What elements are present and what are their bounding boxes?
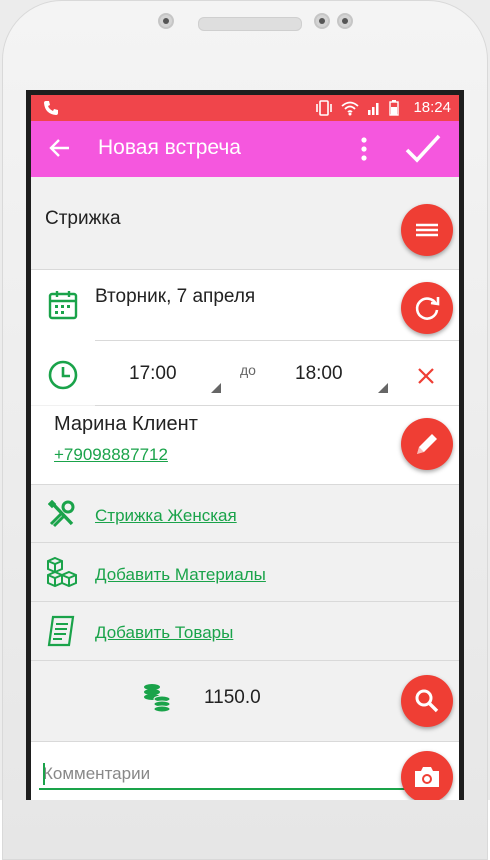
status-time: 18:24 — [413, 99, 451, 116]
time-to-label: до — [240, 362, 256, 378]
service-name[interactable]: Стрижка — [45, 208, 121, 230]
speaker-grille — [198, 17, 302, 31]
service-menu-button[interactable] — [401, 204, 453, 256]
time-from-dropdown-icon[interactable] — [211, 383, 221, 393]
status-bar: 18:24 — [31, 95, 459, 121]
price-value: 1150.0 — [204, 687, 261, 708]
app-bar: Новая встреча — [31, 121, 459, 177]
more-menu-icon[interactable] — [359, 137, 369, 161]
coins-icon — [144, 684, 171, 713]
screen: 18:24 Новая встреча Стрижка Вторник, 7 а… — [26, 90, 464, 800]
edit-client-button[interactable] — [401, 418, 453, 470]
service-type-link[interactable]: Стрижка Женская — [95, 506, 237, 526]
search-icon — [415, 689, 439, 713]
client-phone-link[interactable]: +79098887712 — [54, 445, 168, 465]
appointment-date[interactable]: Вторник, 7 апреля — [95, 286, 255, 308]
phone-call-icon — [44, 101, 58, 115]
time-to-field[interactable]: 18:00 — [295, 363, 343, 385]
calendar-icon — [48, 291, 78, 320]
camera-icon — [415, 767, 439, 787]
wifi-icon — [341, 101, 359, 116]
search-button[interactable] — [401, 675, 453, 727]
sensor-icon — [314, 13, 330, 29]
sensor-icon — [337, 13, 353, 29]
signal-icon — [368, 103, 379, 115]
list-menu-icon — [416, 223, 438, 237]
vibrate-icon — [316, 100, 332, 116]
refresh-icon — [415, 297, 440, 320]
client-name[interactable]: Марина Клиент — [54, 413, 198, 436]
comment-input[interactable] — [39, 760, 407, 790]
page-title: Новая встреча — [98, 136, 241, 159]
clock-icon — [48, 360, 78, 390]
pencil-icon — [417, 434, 437, 454]
materials-boxes-icon — [47, 556, 77, 588]
divider — [95, 340, 459, 341]
phone-frame: 18:24 Новая встреча Стрижка Вторник, 7 а… — [0, 0, 490, 860]
battery-icon — [389, 100, 399, 116]
save-check-icon[interactable] — [405, 133, 441, 165]
time-from-field[interactable]: 17:00 — [129, 363, 177, 385]
add-materials-link[interactable]: Добавить Материалы — [95, 565, 266, 585]
tools-icon — [48, 500, 75, 528]
repeat-button[interactable] — [401, 282, 453, 334]
app-screen: 18:24 Новая встреча Стрижка Вторник, 7 а… — [31, 95, 459, 800]
text-cursor — [43, 763, 45, 785]
clear-time-icon[interactable] — [417, 367, 435, 385]
receipt-icon — [47, 615, 75, 647]
time-to-dropdown-icon[interactable] — [378, 383, 388, 393]
add-photo-button[interactable] — [401, 751, 453, 800]
status-icons — [315, 100, 399, 116]
back-arrow-icon[interactable] — [49, 137, 71, 159]
add-goods-link[interactable]: Добавить Товары — [95, 623, 233, 643]
front-camera-icon — [158, 13, 174, 29]
